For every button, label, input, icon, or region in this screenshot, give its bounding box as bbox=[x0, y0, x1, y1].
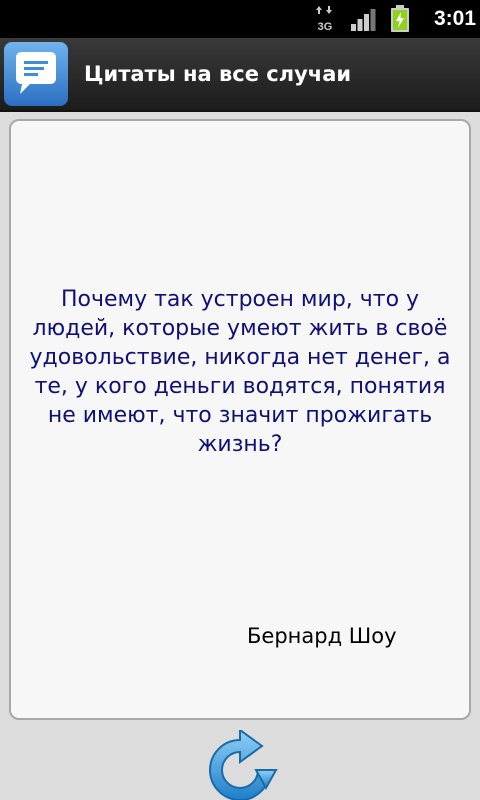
bottom-bar bbox=[0, 726, 480, 800]
screen: 3G 3:01 Цитаты на все случаи Почему так … bbox=[0, 0, 480, 800]
refresh-icon bbox=[209, 730, 278, 800]
quote-author: Бернард Шоу bbox=[247, 624, 397, 648]
refresh-button[interactable] bbox=[200, 730, 280, 800]
network-3g-icon: 3G bbox=[316, 6, 333, 33]
quote-card: Почему так устроен мир, что у людей, кот… bbox=[9, 119, 471, 720]
title-bar: Цитаты на все случаи bbox=[0, 38, 480, 112]
status-clock: 3:01 bbox=[433, 7, 476, 30]
network-type-label: 3G bbox=[318, 21, 333, 33]
app-title: Цитаты на все случаи bbox=[84, 62, 352, 86]
status-bar: 3G 3:01 bbox=[0, 0, 480, 38]
signal-strength-icon bbox=[351, 9, 376, 31]
quote-text: Почему так устроен мир, что у людей, кот… bbox=[29, 287, 451, 457]
speech-bubble-icon bbox=[4, 42, 68, 106]
battery-charging-icon bbox=[391, 5, 409, 32]
